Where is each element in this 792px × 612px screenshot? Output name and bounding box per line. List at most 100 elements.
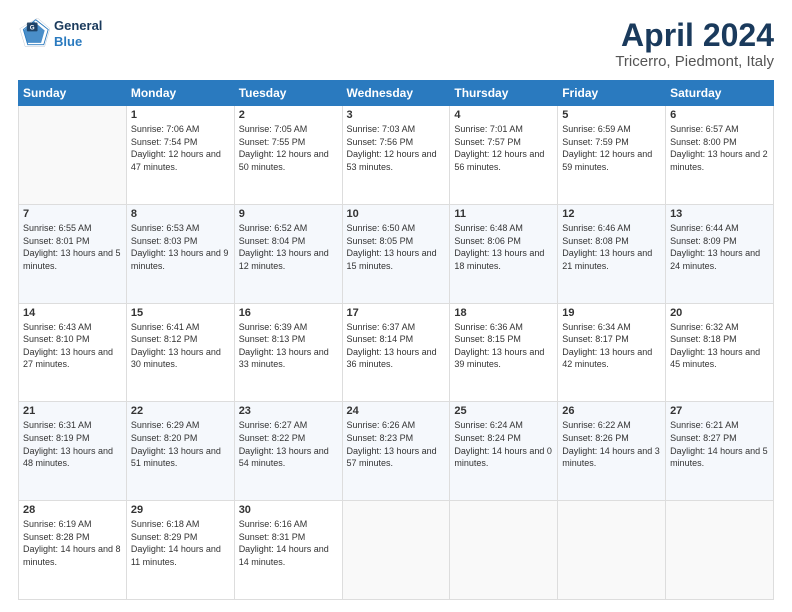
logo-icon: G (18, 18, 50, 50)
day-cell (558, 501, 666, 600)
day-info: Sunrise: 6:27 AMSunset: 8:22 PMDaylight:… (239, 419, 338, 469)
day-info: Sunrise: 7:06 AMSunset: 7:54 PMDaylight:… (131, 123, 230, 173)
day-number: 25 (454, 405, 553, 417)
day-cell: 18 Sunrise: 6:36 AMSunset: 8:15 PMDaylig… (450, 303, 558, 402)
col-header-saturday: Saturday (666, 81, 774, 106)
day-info: Sunrise: 6:21 AMSunset: 8:27 PMDaylight:… (670, 419, 769, 469)
logo-line1: General (54, 18, 102, 34)
day-cell (342, 501, 450, 600)
day-cell: 12 Sunrise: 6:46 AMSunset: 8:08 PMDaylig… (558, 204, 666, 303)
calendar-table: SundayMondayTuesdayWednesdayThursdayFrid… (18, 80, 774, 600)
day-cell: 22 Sunrise: 6:29 AMSunset: 8:20 PMDaylig… (126, 402, 234, 501)
day-number: 6 (670, 109, 769, 121)
col-header-monday: Monday (126, 81, 234, 106)
day-cell: 21 Sunrise: 6:31 AMSunset: 8:19 PMDaylig… (19, 402, 127, 501)
day-cell: 23 Sunrise: 6:27 AMSunset: 8:22 PMDaylig… (234, 402, 342, 501)
day-cell: 19 Sunrise: 6:34 AMSunset: 8:17 PMDaylig… (558, 303, 666, 402)
day-cell: 24 Sunrise: 6:26 AMSunset: 8:23 PMDaylig… (342, 402, 450, 501)
day-cell: 7 Sunrise: 6:55 AMSunset: 8:01 PMDayligh… (19, 204, 127, 303)
day-number: 5 (562, 109, 661, 121)
day-info: Sunrise: 6:18 AMSunset: 8:29 PMDaylight:… (131, 518, 230, 568)
day-cell: 16 Sunrise: 6:39 AMSunset: 8:13 PMDaylig… (234, 303, 342, 402)
day-cell: 29 Sunrise: 6:18 AMSunset: 8:29 PMDaylig… (126, 501, 234, 600)
day-number: 30 (239, 504, 338, 516)
col-header-wednesday: Wednesday (342, 81, 450, 106)
day-cell: 11 Sunrise: 6:48 AMSunset: 8:06 PMDaylig… (450, 204, 558, 303)
day-cell: 25 Sunrise: 6:24 AMSunset: 8:24 PMDaylig… (450, 402, 558, 501)
day-cell: 5 Sunrise: 6:59 AMSunset: 7:59 PMDayligh… (558, 106, 666, 205)
logo-text: General Blue (54, 18, 102, 49)
day-cell: 27 Sunrise: 6:21 AMSunset: 8:27 PMDaylig… (666, 402, 774, 501)
day-info: Sunrise: 6:36 AMSunset: 8:15 PMDaylight:… (454, 321, 553, 371)
day-cell: 15 Sunrise: 6:41 AMSunset: 8:12 PMDaylig… (126, 303, 234, 402)
day-info: Sunrise: 6:46 AMSunset: 8:08 PMDaylight:… (562, 222, 661, 272)
day-cell: 1 Sunrise: 7:06 AMSunset: 7:54 PMDayligh… (126, 106, 234, 205)
calendar-subtitle: Tricerro, Piedmont, Italy (615, 53, 774, 70)
day-info: Sunrise: 6:44 AMSunset: 8:09 PMDaylight:… (670, 222, 769, 272)
col-header-sunday: Sunday (19, 81, 127, 106)
day-number: 3 (347, 109, 446, 121)
day-number: 22 (131, 405, 230, 417)
day-number: 2 (239, 109, 338, 121)
day-number: 24 (347, 405, 446, 417)
svg-text:G: G (30, 25, 35, 32)
day-number: 4 (454, 109, 553, 121)
day-info: Sunrise: 6:26 AMSunset: 8:23 PMDaylight:… (347, 419, 446, 469)
col-header-tuesday: Tuesday (234, 81, 342, 106)
day-cell: 20 Sunrise: 6:32 AMSunset: 8:18 PMDaylig… (666, 303, 774, 402)
day-cell: 10 Sunrise: 6:50 AMSunset: 8:05 PMDaylig… (342, 204, 450, 303)
day-info: Sunrise: 6:24 AMSunset: 8:24 PMDaylight:… (454, 419, 553, 469)
day-number: 11 (454, 208, 553, 220)
day-cell: 30 Sunrise: 6:16 AMSunset: 8:31 PMDaylig… (234, 501, 342, 600)
col-header-friday: Friday (558, 81, 666, 106)
day-info: Sunrise: 7:01 AMSunset: 7:57 PMDaylight:… (454, 123, 553, 173)
day-info: Sunrise: 6:48 AMSunset: 8:06 PMDaylight:… (454, 222, 553, 272)
day-info: Sunrise: 6:37 AMSunset: 8:14 PMDaylight:… (347, 321, 446, 371)
day-cell: 4 Sunrise: 7:01 AMSunset: 7:57 PMDayligh… (450, 106, 558, 205)
day-cell (19, 106, 127, 205)
day-cell (666, 501, 774, 600)
day-cell: 26 Sunrise: 6:22 AMSunset: 8:26 PMDaylig… (558, 402, 666, 501)
day-info: Sunrise: 6:57 AMSunset: 8:00 PMDaylight:… (670, 123, 769, 173)
day-number: 16 (239, 307, 338, 319)
day-info: Sunrise: 6:29 AMSunset: 8:20 PMDaylight:… (131, 419, 230, 469)
day-info: Sunrise: 6:31 AMSunset: 8:19 PMDaylight:… (23, 419, 122, 469)
week-row-1: 1 Sunrise: 7:06 AMSunset: 7:54 PMDayligh… (19, 106, 774, 205)
day-cell: 3 Sunrise: 7:03 AMSunset: 7:56 PMDayligh… (342, 106, 450, 205)
day-number: 19 (562, 307, 661, 319)
header: G General Blue April 2024 Tricerro, Pied… (18, 18, 774, 70)
day-info: Sunrise: 6:34 AMSunset: 8:17 PMDaylight:… (562, 321, 661, 371)
day-info: Sunrise: 7:03 AMSunset: 7:56 PMDaylight:… (347, 123, 446, 173)
day-number: 28 (23, 504, 122, 516)
day-cell: 14 Sunrise: 6:43 AMSunset: 8:10 PMDaylig… (19, 303, 127, 402)
day-info: Sunrise: 6:22 AMSunset: 8:26 PMDaylight:… (562, 419, 661, 469)
col-header-thursday: Thursday (450, 81, 558, 106)
week-row-2: 7 Sunrise: 6:55 AMSunset: 8:01 PMDayligh… (19, 204, 774, 303)
day-info: Sunrise: 6:53 AMSunset: 8:03 PMDaylight:… (131, 222, 230, 272)
day-cell: 9 Sunrise: 6:52 AMSunset: 8:04 PMDayligh… (234, 204, 342, 303)
day-number: 8 (131, 208, 230, 220)
day-cell: 8 Sunrise: 6:53 AMSunset: 8:03 PMDayligh… (126, 204, 234, 303)
day-number: 17 (347, 307, 446, 319)
day-info: Sunrise: 7:05 AMSunset: 7:55 PMDaylight:… (239, 123, 338, 173)
week-row-5: 28 Sunrise: 6:19 AMSunset: 8:28 PMDaylig… (19, 501, 774, 600)
title-block: April 2024 Tricerro, Piedmont, Italy (615, 18, 774, 70)
day-number: 10 (347, 208, 446, 220)
week-row-3: 14 Sunrise: 6:43 AMSunset: 8:10 PMDaylig… (19, 303, 774, 402)
day-number: 15 (131, 307, 230, 319)
day-info: Sunrise: 6:52 AMSunset: 8:04 PMDaylight:… (239, 222, 338, 272)
day-cell: 2 Sunrise: 7:05 AMSunset: 7:55 PMDayligh… (234, 106, 342, 205)
day-info: Sunrise: 6:59 AMSunset: 7:59 PMDaylight:… (562, 123, 661, 173)
calendar-header-row: SundayMondayTuesdayWednesdayThursdayFrid… (19, 81, 774, 106)
day-number: 27 (670, 405, 769, 417)
day-number: 1 (131, 109, 230, 121)
calendar-title: April 2024 (615, 18, 774, 53)
logo: G General Blue (18, 18, 102, 50)
day-number: 9 (239, 208, 338, 220)
day-number: 14 (23, 307, 122, 319)
day-number: 23 (239, 405, 338, 417)
day-cell: 28 Sunrise: 6:19 AMSunset: 8:28 PMDaylig… (19, 501, 127, 600)
day-number: 29 (131, 504, 230, 516)
day-number: 12 (562, 208, 661, 220)
day-info: Sunrise: 6:32 AMSunset: 8:18 PMDaylight:… (670, 321, 769, 371)
